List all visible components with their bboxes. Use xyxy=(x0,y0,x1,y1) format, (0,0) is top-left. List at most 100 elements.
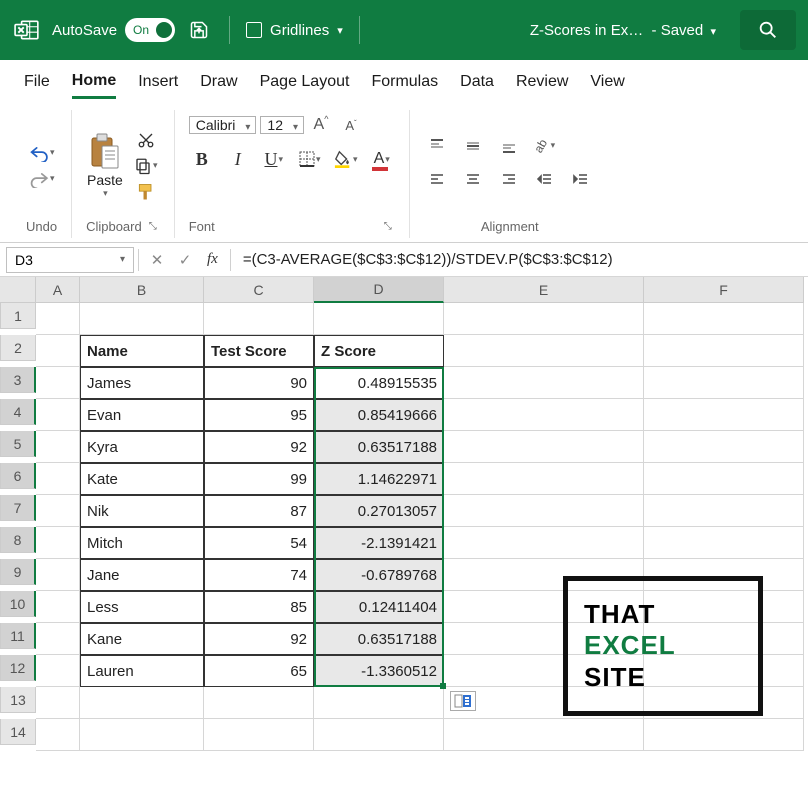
row-header[interactable]: 9 xyxy=(0,559,36,585)
row-header[interactable]: 11 xyxy=(0,623,36,649)
cell[interactable]: 54 xyxy=(204,527,314,559)
cell[interactable] xyxy=(644,719,804,751)
formula-input[interactable]: =(C3-AVERAGE($C$3:$C$12))/STDEV.P($C$3:$… xyxy=(235,251,808,268)
align-left-button[interactable] xyxy=(424,169,450,191)
font-color-button[interactable]: A▾ xyxy=(369,148,395,170)
cell[interactable]: 87 xyxy=(204,495,314,527)
cell[interactable] xyxy=(444,527,644,559)
row-header[interactable]: 10 xyxy=(0,591,36,617)
tab-data[interactable]: Data xyxy=(460,67,494,97)
align-top-button[interactable] xyxy=(424,135,450,157)
cell[interactable]: Lauren xyxy=(80,655,204,687)
dialog-launcher-icon[interactable]: ⤡ xyxy=(381,220,395,233)
font-size-select[interactable]: 12▾ xyxy=(260,117,304,133)
tab-draw[interactable]: Draw xyxy=(200,67,237,97)
cell[interactable]: Z Score xyxy=(314,335,444,367)
cell[interactable]: 92 xyxy=(204,431,314,463)
align-center-button[interactable] xyxy=(460,169,486,191)
cell[interactable] xyxy=(644,367,804,399)
cell[interactable] xyxy=(444,367,644,399)
cell[interactable]: Nik xyxy=(80,495,204,527)
autofill-options-button[interactable] xyxy=(450,691,476,711)
cell[interactable] xyxy=(36,399,80,431)
column-header[interactable]: E xyxy=(444,277,644,303)
insert-function-button[interactable]: fx xyxy=(199,251,226,268)
cell[interactable]: 95 xyxy=(204,399,314,431)
cell[interactable]: 85 xyxy=(204,591,314,623)
autosave-toggle[interactable]: AutoSave On xyxy=(52,18,175,42)
tab-file[interactable]: File xyxy=(24,67,50,97)
row-header[interactable]: 2 xyxy=(0,335,36,361)
tab-formulas[interactable]: Formulas xyxy=(371,67,438,97)
cell[interactable] xyxy=(444,463,644,495)
row-header[interactable]: 8 xyxy=(0,527,36,553)
cell[interactable] xyxy=(36,591,80,623)
align-middle-button[interactable] xyxy=(460,135,486,157)
decrease-indent-button[interactable] xyxy=(532,169,558,191)
cell[interactable]: 90 xyxy=(204,367,314,399)
cell[interactable] xyxy=(36,495,80,527)
cell[interactable]: 0.27013057 xyxy=(314,495,444,527)
cell[interactable] xyxy=(644,399,804,431)
cell[interactable] xyxy=(36,367,80,399)
cell[interactable]: 1.14622971 xyxy=(314,463,444,495)
cell[interactable] xyxy=(444,719,644,751)
cell[interactable]: -0.6789768 xyxy=(314,559,444,591)
cell[interactable] xyxy=(314,687,444,719)
align-right-button[interactable] xyxy=(496,169,522,191)
cell[interactable]: James xyxy=(80,367,204,399)
cell[interactable] xyxy=(314,303,444,335)
gridlines-toggle[interactable]: Gridlines ▾ xyxy=(246,22,343,39)
chevron-down-icon[interactable]: ▾ xyxy=(337,24,343,37)
select-all-corner[interactable] xyxy=(0,277,36,303)
cell[interactable] xyxy=(644,495,804,527)
format-painter-button[interactable] xyxy=(133,181,159,203)
cell[interactable]: 0.63517188 xyxy=(314,431,444,463)
cell[interactable] xyxy=(444,399,644,431)
row-header[interactable]: 5 xyxy=(0,431,36,457)
cell[interactable]: 92 xyxy=(204,623,314,655)
cell[interactable]: Jane xyxy=(80,559,204,591)
cell[interactable] xyxy=(644,431,804,463)
cell[interactable]: Mitch xyxy=(80,527,204,559)
font-name-select[interactable]: Calibri▾ xyxy=(189,117,257,133)
cell[interactable] xyxy=(444,495,644,527)
row-header[interactable]: 7 xyxy=(0,495,36,521)
cell[interactable]: Test Score xyxy=(204,335,314,367)
row-header[interactable]: 1 xyxy=(0,303,36,329)
paste-button[interactable]: Paste ▾ xyxy=(87,132,123,199)
gridlines-checkbox[interactable] xyxy=(246,22,262,38)
tab-home[interactable]: Home xyxy=(72,66,116,99)
redo-button[interactable]: ▾ xyxy=(29,168,55,190)
column-header[interactable]: D xyxy=(314,277,444,303)
cell[interactable]: Evan xyxy=(80,399,204,431)
enter-formula-button[interactable]: ✓ xyxy=(171,251,199,269)
save-button[interactable] xyxy=(185,16,213,44)
align-bottom-button[interactable] xyxy=(496,135,522,157)
row-header[interactable]: 6 xyxy=(0,463,36,489)
cell[interactable] xyxy=(444,431,644,463)
cell[interactable]: 99 xyxy=(204,463,314,495)
row-header[interactable]: 4 xyxy=(0,399,36,425)
fill-color-button[interactable]: ▾ xyxy=(333,148,359,170)
cell[interactable]: -2.1391421 xyxy=(314,527,444,559)
column-header[interactable]: F xyxy=(644,277,804,303)
cell[interactable] xyxy=(80,687,204,719)
cell[interactable]: 0.48915535 xyxy=(314,367,444,399)
bold-button[interactable]: B xyxy=(189,148,215,170)
cell[interactable]: 0.63517188 xyxy=(314,623,444,655)
cell[interactable] xyxy=(644,335,804,367)
cell[interactable] xyxy=(36,303,80,335)
column-header[interactable]: A xyxy=(36,277,80,303)
column-header[interactable]: C xyxy=(204,277,314,303)
chevron-down-icon[interactable]: ▾ xyxy=(707,26,716,38)
cell[interactable] xyxy=(36,463,80,495)
cell[interactable] xyxy=(644,303,804,335)
cell[interactable]: -1.3360512 xyxy=(314,655,444,687)
cell[interactable]: 0.85419666 xyxy=(314,399,444,431)
undo-button[interactable]: ▾ xyxy=(29,142,55,164)
row-header[interactable]: 12 xyxy=(0,655,36,681)
cell[interactable] xyxy=(444,303,644,335)
cell[interactable]: 74 xyxy=(204,559,314,591)
cell[interactable] xyxy=(204,719,314,751)
